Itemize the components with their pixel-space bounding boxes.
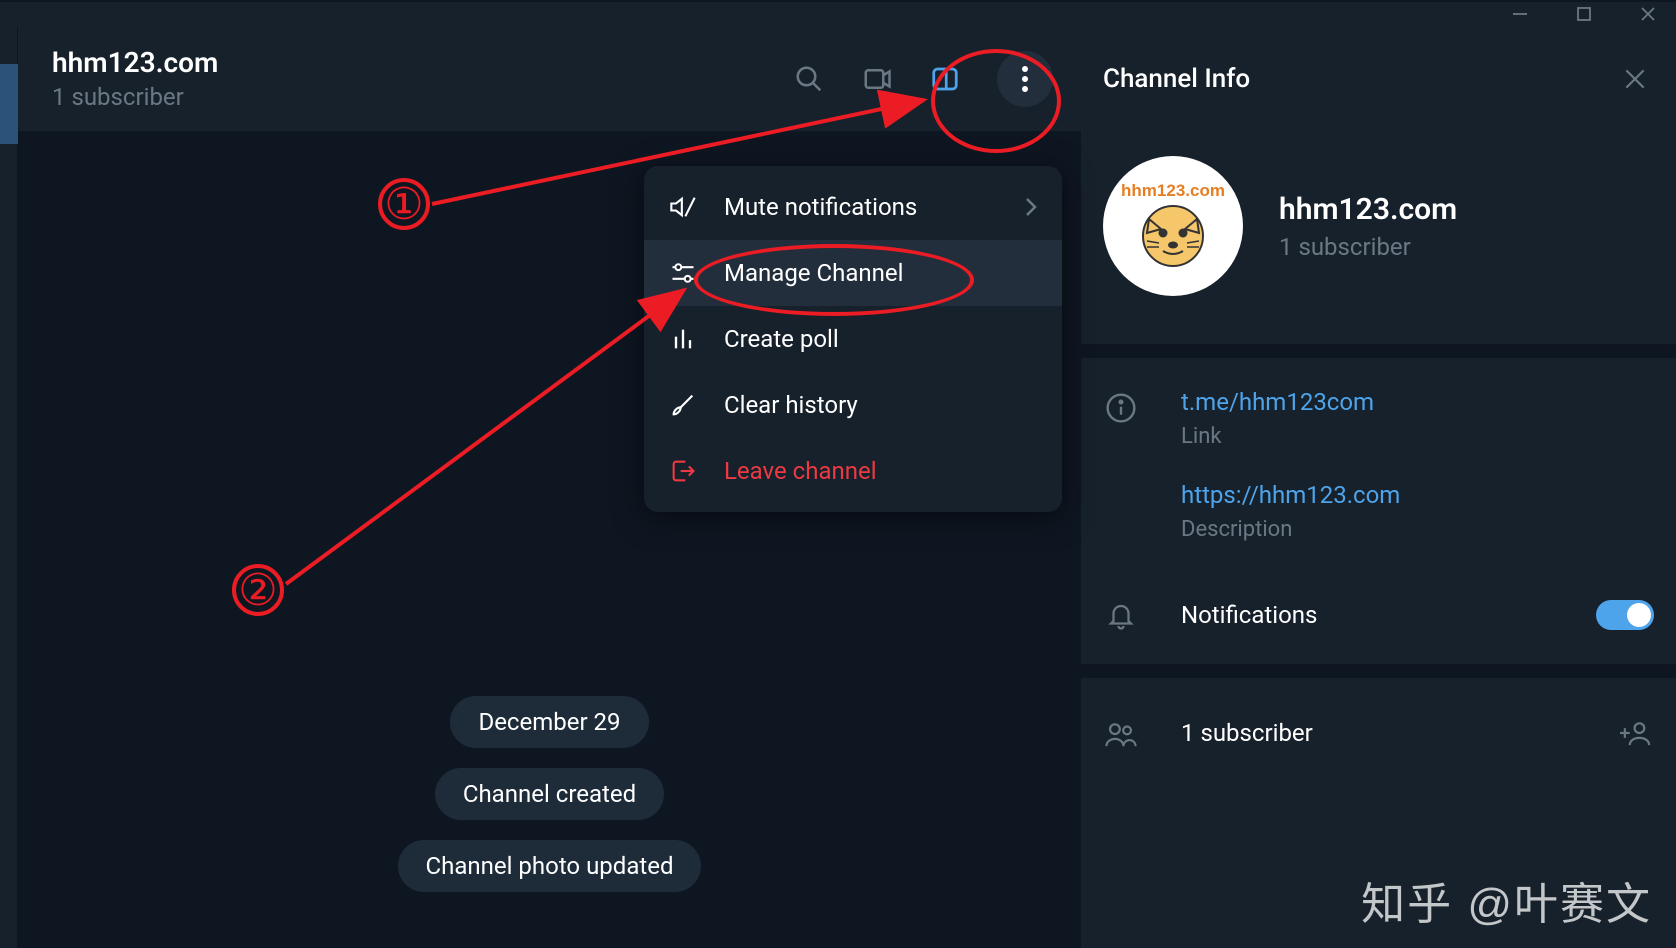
date-chip: December 29 <box>450 696 648 748</box>
subscribers-row[interactable]: 1 subscriber <box>1181 719 1313 747</box>
menu-item-mute[interactable]: Mute notifications <box>644 174 1062 240</box>
search-icon[interactable] <box>793 63 825 95</box>
leave-icon <box>668 456 698 486</box>
panel-title: Channel Info <box>1103 64 1250 94</box>
window-minimize-icon[interactable] <box>1500 2 1540 26</box>
more-dropdown-menu: Mute notifications Manage Channel Create… <box>644 166 1062 512</box>
window-titlebar <box>0 0 1676 26</box>
selected-chat-indicator <box>0 64 18 144</box>
annotation-number-1: ① <box>382 182 426 226</box>
service-message-created: Channel created <box>435 768 664 820</box>
description-label: Description <box>1181 517 1654 542</box>
channel-avatar[interactable]: hhm123.com <box>1103 156 1243 296</box>
notifications-label: Notifications <box>1181 601 1317 629</box>
chat-list-sidebar[interactable] <box>0 26 18 948</box>
service-message-photo: Channel photo updated <box>398 840 702 892</box>
annotation-ellipse-manage <box>694 244 974 316</box>
people-icon <box>1103 716 1139 752</box>
broom-icon <box>668 390 698 420</box>
channel-info-panel: Channel Info hhm123.com <box>1081 26 1676 948</box>
window-maximize-icon[interactable] <box>1564 2 1604 26</box>
menu-label: Clear history <box>724 391 858 419</box>
sliders-icon <box>668 258 698 288</box>
call-icon[interactable] <box>861 63 893 95</box>
chat-header: hhm123.com 1 subscriber <box>18 26 1081 132</box>
chat-title[interactable]: hhm123.com <box>52 46 218 79</box>
watermark: 知乎 @叶赛文 <box>1361 868 1652 932</box>
chevron-right-icon <box>1024 196 1038 218</box>
annotation-ellipse-menu <box>931 49 1061 153</box>
menu-label: Create poll <box>724 325 839 353</box>
chat-panel: hhm123.com 1 subscriber December 29 <box>18 26 1081 948</box>
bell-icon <box>1103 598 1139 634</box>
avatar-text: hhm123.com <box>1121 181 1225 201</box>
menu-label: Mute notifications <box>724 193 917 221</box>
menu-item-create-poll[interactable]: Create poll <box>644 306 1062 372</box>
info-icon <box>1103 390 1139 426</box>
annotation-badge-2: ② <box>232 564 284 616</box>
menu-item-clear-history[interactable]: Clear history <box>644 372 1062 438</box>
annotation-number-2: ② <box>236 568 280 612</box>
channel-subscribers: 1 subscriber <box>1279 233 1457 261</box>
chat-subtitle: 1 subscriber <box>52 83 218 111</box>
channel-link[interactable]: t.me/hhm123com <box>1181 388 1654 416</box>
notifications-toggle[interactable] <box>1596 600 1654 630</box>
poll-icon <box>668 324 698 354</box>
window-close-icon[interactable] <box>1628 2 1668 26</box>
menu-label: Leave channel <box>724 457 877 485</box>
add-user-icon[interactable] <box>1620 718 1654 748</box>
link-label: Link <box>1181 424 1654 449</box>
channel-description-url[interactable]: https://hhm123.com <box>1181 481 1654 509</box>
close-icon[interactable] <box>1622 66 1648 92</box>
menu-item-leave-channel[interactable]: Leave channel <box>644 438 1062 504</box>
mute-icon <box>668 192 698 222</box>
channel-name: hhm123.com <box>1279 192 1457 227</box>
annotation-badge-1: ① <box>378 178 430 230</box>
